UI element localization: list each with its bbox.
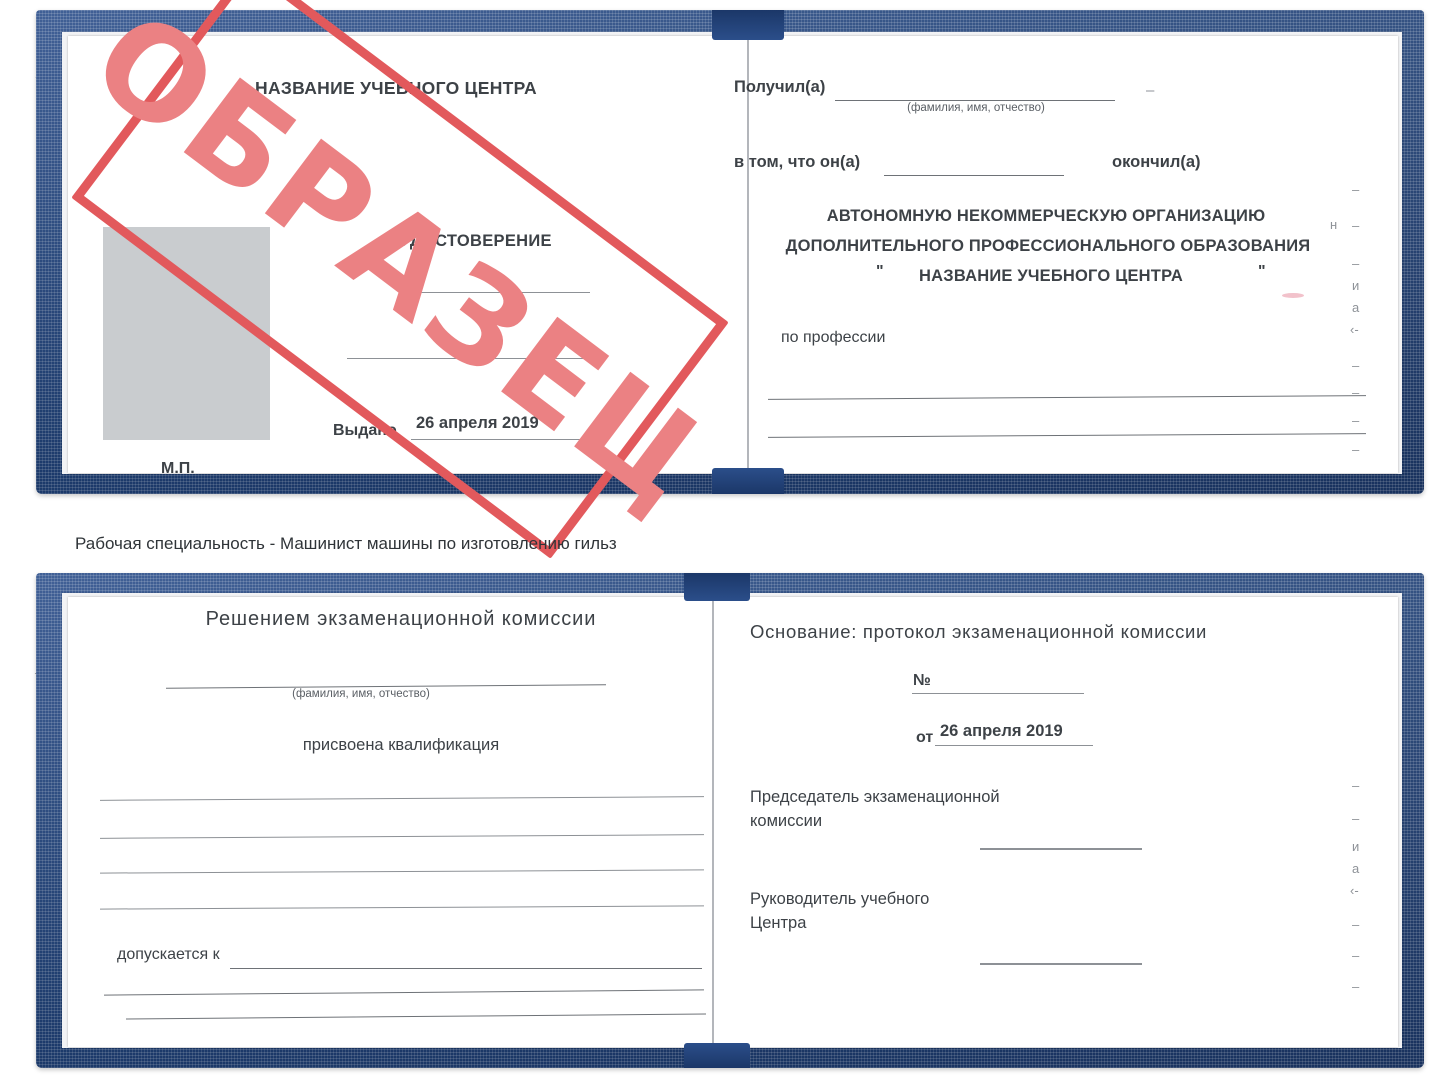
certificate-top-spine-bottom-notch	[712, 468, 784, 494]
issued-date-value: 26 апреля 2019	[416, 414, 539, 432]
page-caption: Рабочая специальность - Машинист машины …	[75, 534, 617, 553]
document-number-label: №	[405, 268, 423, 285]
qualification-label: присвоена квалификация	[302, 736, 500, 754]
blank-rule-1	[347, 358, 599, 359]
received-by-label: Получил(а)	[734, 78, 826, 96]
margin-fragment-b2: –	[1352, 811, 1360, 826]
organization-line-3: НАЗВАНИЕ УЧЕБНОГО ЦЕНТРА	[919, 267, 1183, 285]
margin-fragment-9: –	[1352, 413, 1360, 428]
margin-fragment-3: –	[1352, 256, 1360, 271]
fio-hint-top: (фамилия, имя, отчество)	[907, 102, 1045, 114]
margin-fragment-b3: и	[1352, 839, 1360, 854]
certificate-top-spine-top-notch	[712, 10, 784, 40]
basis-protocol-label: Основание: протокол экзаменационной коми…	[750, 621, 1208, 642]
finished-label: окончил(а)	[1112, 153, 1201, 171]
protocol-number-label: №	[913, 672, 931, 689]
organization-line-2: ДОПОЛНИТЕЛЬНОГО ПРОФЕССИОНАЛЬНОГО ОБРАЗО…	[785, 237, 1311, 255]
margin-fragment-5: а	[1352, 300, 1360, 315]
certificate-bottom-spine-bottom-notch	[684, 1043, 750, 1068]
margin-fragment-1: –	[1352, 182, 1360, 197]
certificate-bottom: Решением экзаменационной комиссии Радисл…	[36, 573, 1424, 1068]
admitted-to-label: допускается к	[117, 946, 220, 963]
margin-fragment-7: –	[1352, 358, 1360, 373]
admitted-rule-1	[230, 968, 702, 969]
head-of-center-signature-rule	[980, 963, 1142, 965]
chairman-label-line-1: Председатель экзаменационной	[750, 788, 1000, 806]
margin-fragment-b5: ‹-	[1350, 883, 1359, 898]
margin-fragment-b8: –	[1352, 979, 1360, 994]
document-title: УДОСТОВЕРЕНИЕ	[400, 232, 552, 250]
certificate-bottom-spine-fold	[712, 599, 714, 1045]
organization-quote-close: "	[1258, 263, 1266, 280]
commission-decision-heading: Решением экзаменационной комиссии	[205, 608, 597, 630]
profession-label: по профессии	[781, 329, 886, 346]
margin-fragment-b6: –	[1352, 917, 1360, 932]
fio-hint-bottom: (фамилия, имя, отчество)	[292, 688, 430, 700]
chairman-label-line-2: комиссии	[750, 812, 823, 830]
photo-placeholder	[103, 227, 270, 440]
issued-label: Выдано	[333, 422, 397, 439]
margin-letter-n: н	[1330, 217, 1338, 232]
margin-fragment-2: –	[1352, 218, 1360, 233]
margin-dash-received: –	[1146, 82, 1155, 99]
head-of-center-label-line-1: Руководитель учебного	[750, 890, 930, 908]
protocol-date-label: от	[916, 729, 934, 746]
received-by-rule	[835, 100, 1115, 101]
that-he-label: в том, что он(а)	[734, 153, 861, 171]
screenshot-root: НАЗВАНИЕ УЧЕБНОГО ЦЕНТРА УДОСТОВЕРЕНИЕ №…	[0, 0, 1448, 1085]
margin-fragment-b1: –	[1352, 778, 1360, 793]
margin-fragment-4: и	[1352, 278, 1360, 293]
pink-smudge	[1282, 293, 1304, 298]
certificate-bottom-paper	[68, 597, 1398, 1047]
margin-fragment-6: ‹-	[1350, 322, 1359, 337]
protocol-number-rule	[912, 693, 1084, 694]
issued-date-rule	[411, 439, 601, 440]
margin-fragment-b4: а	[1352, 861, 1360, 876]
margin-fragment-8: –	[1352, 385, 1360, 400]
document-number-rule	[404, 292, 590, 293]
margin-fragment-10: –	[1352, 442, 1360, 457]
certificate-top: НАЗВАНИЕ УЧЕБНОГО ЦЕНТРА УДОСТОВЕРЕНИЕ №…	[36, 10, 1424, 494]
chairman-signature-rule	[980, 848, 1142, 850]
seal-mark-label: М.П.	[161, 460, 195, 477]
certificate-bottom-spine-top-notch	[684, 573, 750, 601]
protocol-date-value: 26 апреля 2019	[940, 722, 1063, 740]
training-center-name-heading: НАЗВАНИЕ УЧЕБНОГО ЦЕНТРА	[255, 78, 537, 98]
protocol-date-rule	[935, 745, 1093, 746]
head-of-center-label-line-2: Центра	[750, 914, 807, 932]
completion-date-rule	[884, 175, 1064, 176]
margin-fragment-b7: –	[1352, 948, 1360, 963]
organization-line-1: АВТОНОМНУЮ НЕКОММЕРЧЕСКУЮ ОРГАНИЗАЦИЮ	[826, 207, 1266, 225]
